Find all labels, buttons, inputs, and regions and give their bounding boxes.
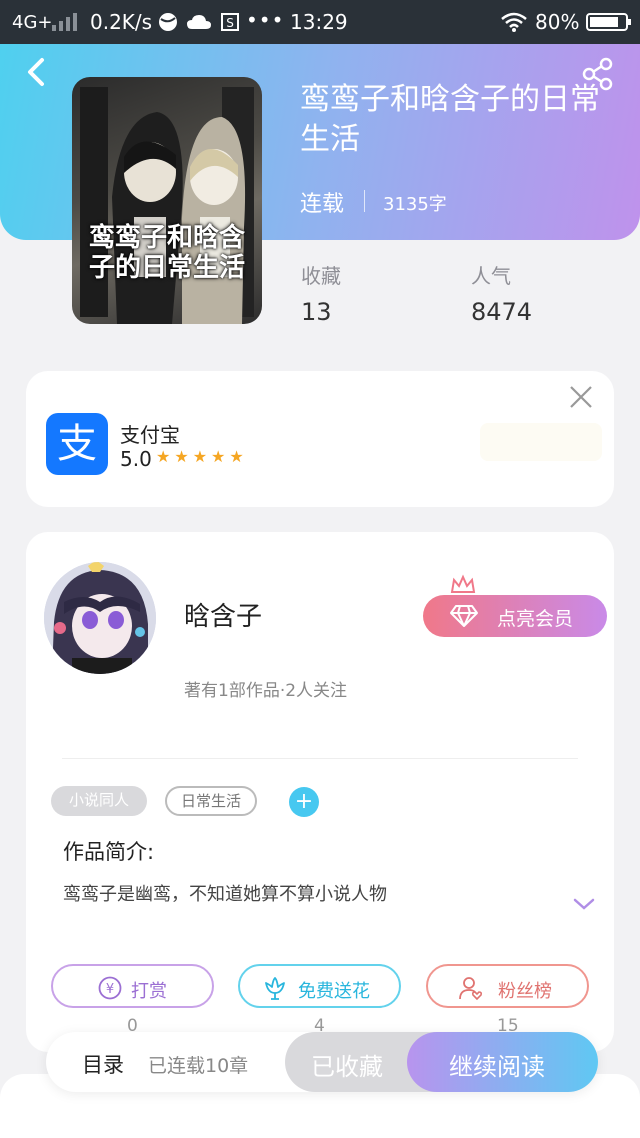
chevron-down-icon[interactable] [571, 894, 597, 914]
cloud-icon [187, 15, 211, 29]
crown-icon [450, 574, 476, 593]
vip-button[interactable]: 点亮会员 [423, 595, 607, 637]
svg-text:¥: ¥ [106, 982, 114, 997]
clock: 13:29 [290, 10, 348, 34]
ad-app-name: 支付宝 [120, 423, 180, 447]
status-bar: 4G+ 0.2K/s S ••• 13:29 80% [0, 0, 640, 44]
continue-reading-button[interactable]: 继续阅读 [407, 1032, 598, 1092]
battery-icon [586, 13, 631, 31]
fans-icon [459, 977, 483, 1001]
send-flower-button[interactable]: 免费送花 [238, 964, 401, 1008]
intro-title: 作品简介: [63, 840, 155, 864]
book-title: 鸾鸾子和晗含子的日常生活 [300, 82, 600, 157]
status-divider [364, 190, 365, 212]
tag-daily-life[interactable]: 日常生活 [165, 786, 257, 816]
ad-action-button[interactable] [480, 423, 602, 461]
ad-card[interactable]: 支 支付宝 5.0 ★★★★★ [26, 371, 614, 507]
fan-ranking-label: 粉丝榜 [498, 981, 552, 1002]
continue-reading-label: 继续阅读 [449, 1053, 545, 1081]
popularity-label: 人气 [471, 264, 511, 288]
popularity-count: 8474 [471, 298, 533, 326]
more-indicator: ••• [246, 8, 285, 32]
svg-text:S: S [226, 16, 234, 30]
cover-title: 鸾鸾子和晗含子的日常生活 [88, 223, 245, 283]
back-icon[interactable] [20, 52, 54, 92]
cover-illustration [80, 87, 254, 324]
avatar-illustration [44, 562, 156, 674]
reward-button[interactable]: ¥ 打赏 [51, 964, 214, 1008]
wifi-icon [501, 12, 527, 32]
ball-icon [159, 13, 177, 31]
favorites-label: 收藏 [301, 264, 341, 288]
battery-percent: 80% [535, 10, 580, 34]
avatar[interactable] [44, 562, 156, 674]
bottom-action-bar: 目录 已连载10章 已收藏 继续阅读 [46, 1032, 598, 1092]
author-card: 晗含子 点亮会员 著有1部作品·2人关注 小说同人 日常生活 + 作品简介: 鸾… [26, 532, 614, 1052]
network-type: 4G+ [12, 12, 53, 33]
vip-button-label: 点亮会员 [497, 608, 574, 630]
yen-icon: ¥ [98, 976, 122, 1000]
alipay-logo: 支 [46, 413, 108, 475]
chapter-count[interactable]: 已连载10章 [148, 1051, 248, 1078]
favorites-count: 13 [301, 298, 332, 326]
intro-text: 鸾鸾子是幽鸾，不知道她算不算小说人物 [63, 884, 387, 905]
word-count: 3135字 [383, 194, 447, 215]
add-tag-button[interactable]: + [289, 787, 319, 817]
signal-icon [52, 13, 78, 31]
network-speed: 0.2K/s [90, 10, 153, 34]
s-app-icon: S [221, 13, 239, 31]
fan-ranking-button[interactable]: 粉丝榜 [426, 964, 589, 1008]
serial-status: 连载 [300, 192, 345, 217]
divider [62, 758, 578, 759]
tag-fanfic[interactable]: 小说同人 [51, 786, 147, 816]
send-flower-label: 免费送花 [298, 981, 370, 1002]
book-cover[interactable]: 鸾鸾子和晗含子的日常生活 [72, 77, 262, 324]
author-info: 著有1部作品·2人关注 [184, 681, 348, 701]
flower-icon [265, 977, 285, 1000]
ad-rating: 5.0 [120, 447, 152, 471]
rating-stars-icon: ★★★★★ [156, 447, 248, 466]
author-name[interactable]: 晗含子 [184, 596, 262, 633]
diamond-icon [450, 605, 478, 627]
favorited-label: 已收藏 [311, 1053, 383, 1081]
reward-label: 打赏 [131, 981, 167, 1002]
close-icon[interactable] [568, 384, 594, 410]
toc-button[interactable]: 目录 [82, 1049, 124, 1079]
